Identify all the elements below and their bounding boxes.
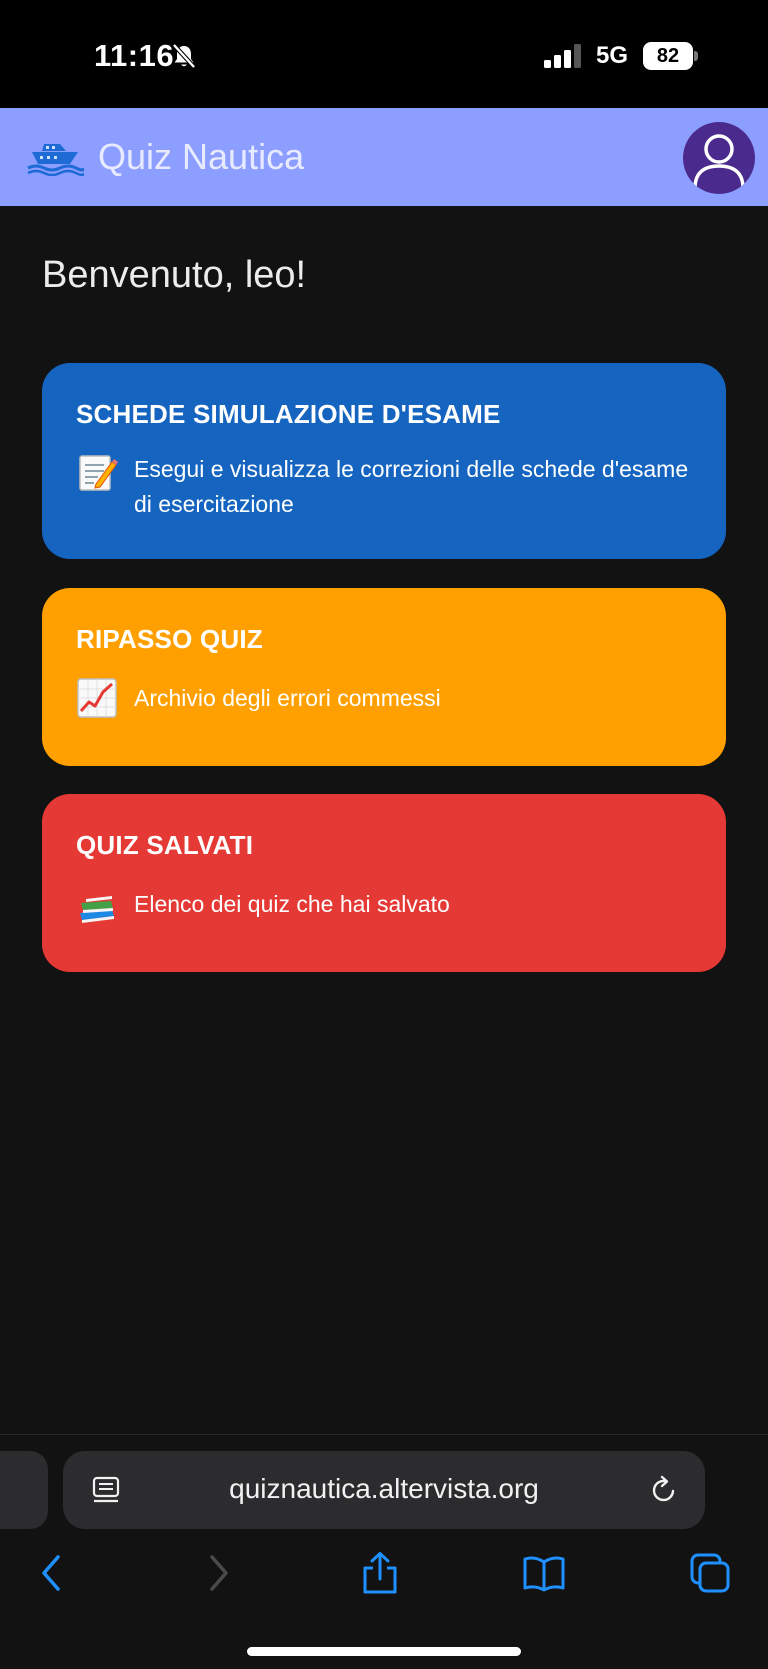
card-title: RIPASSO QUIZ (76, 624, 263, 654)
status-bar: 11:16 5G 82 (0, 0, 768, 108)
reload-icon[interactable] (649, 1475, 679, 1505)
books-icon (76, 883, 118, 925)
forward-icon[interactable] (196, 1551, 240, 1595)
saved-quizzes-card[interactable]: QUIZ SALVATI Elenco dei quiz che hai sal… (42, 794, 726, 972)
back-icon[interactable] (30, 1551, 74, 1595)
battery-level: 82 (643, 42, 693, 70)
url-text[interactable]: quiznautica.altervista.org (63, 1473, 705, 1505)
address-bar[interactable]: quiznautica.altervista.org (63, 1451, 705, 1529)
app-header: Quiz Nautica (0, 108, 768, 206)
tabs-icon[interactable] (688, 1551, 732, 1595)
previous-tab-preview[interactable] (0, 1451, 48, 1529)
welcome-heading: Benvenuto, leo! (42, 254, 307, 296)
network-type: 5G (596, 42, 629, 69)
card-description: Elenco dei quiz che hai salvato (134, 890, 450, 917)
card-title: QUIZ SALVATI (76, 830, 254, 860)
home-indicator (247, 1647, 521, 1656)
card-description: Archivio degli errori commessi (134, 684, 441, 711)
quiz-review-card[interactable]: RIPASSO QUIZ Archivio degli errori comme… (42, 588, 726, 766)
exam-simulation-card[interactable]: SCHEDE SIMULAZIONE D'ESAME Esegui e visu… (42, 363, 726, 559)
silent-bell-icon (170, 42, 198, 70)
user-avatar-icon[interactable] (683, 122, 755, 194)
boat-icon[interactable] (26, 138, 84, 176)
bookmarks-icon[interactable] (522, 1551, 566, 1595)
cellular-signal-icon (544, 44, 584, 68)
card-title: SCHEDE SIMULAZIONE D'ESAME (76, 399, 501, 429)
chart-increasing-icon (76, 677, 118, 719)
app-title: Quiz Nautica (98, 136, 305, 177)
card-description: Esegui e visualizza le correzioni delle … (134, 456, 689, 517)
status-time: 11:16 (94, 38, 175, 73)
share-icon[interactable] (358, 1551, 402, 1595)
memo-icon (76, 452, 118, 494)
browser-toolbar: quiznautica.altervista.org (0, 1434, 768, 1669)
battery-icon: 82 (643, 42, 698, 70)
